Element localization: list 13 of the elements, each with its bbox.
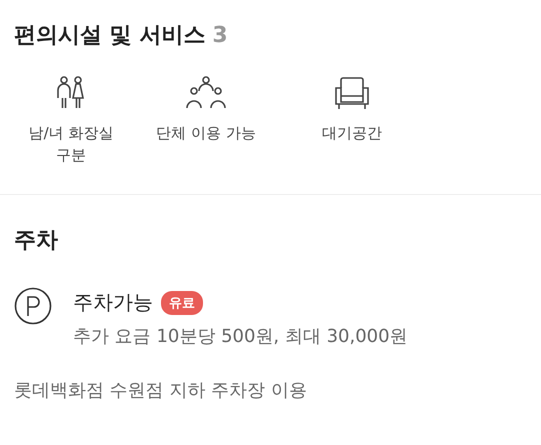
parking-status: 주차가능 [73,289,153,316]
amenity-label: 단체 이용 가능 [156,123,256,144]
armchair-icon [335,76,369,110]
group-icon [186,76,226,110]
parking-icon [14,287,52,325]
section-title: 편의시설 및 서비스 [14,22,206,50]
item-count: 3 [212,23,228,48]
section-title: 주차 [14,227,59,255]
amenity-label: 대기공간 [321,123,383,144]
paid-badge: 유료 [161,290,203,314]
parking-note: 롯데백화점 수원점 지하 주차장 이용 [14,379,308,402]
amenity-label: 남/녀 화장실 구분 [28,123,114,166]
parking-fee: 추가 요금 10분당 500원, 최대 30,000원 [73,325,408,348]
